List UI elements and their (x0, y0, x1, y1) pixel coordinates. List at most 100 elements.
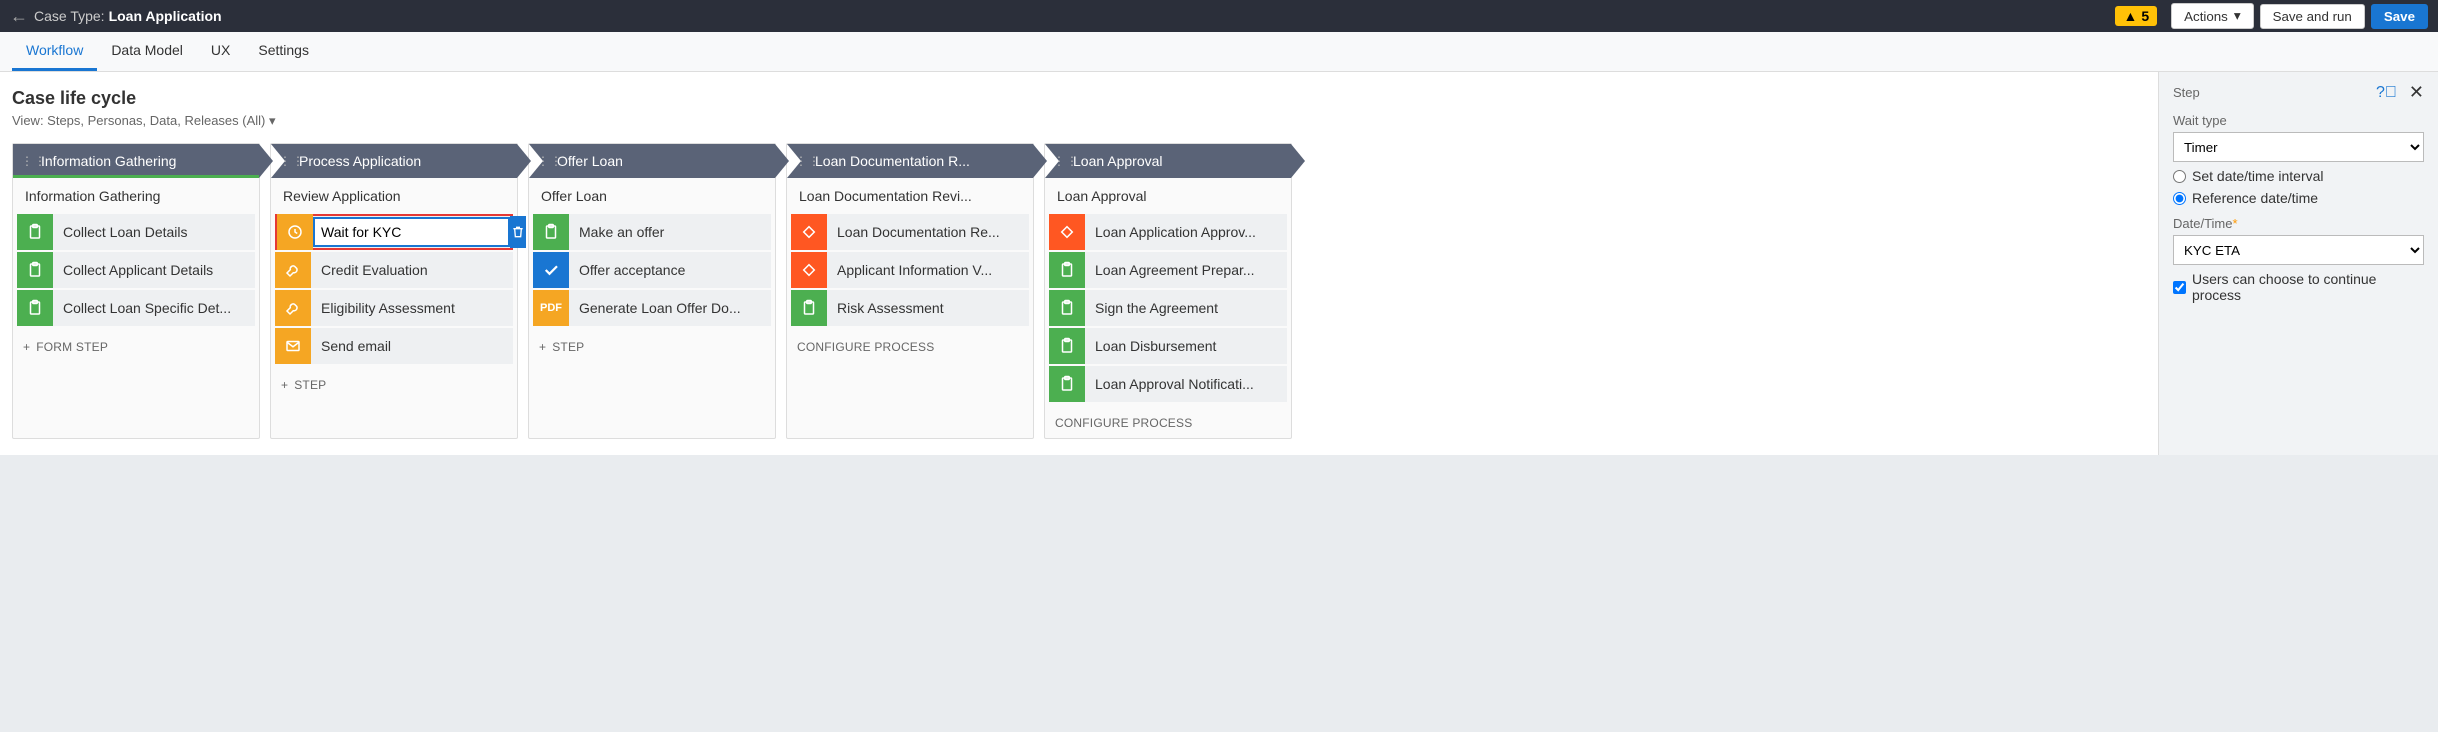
check-icon (533, 252, 569, 288)
stage-name: Loan Approval (1073, 153, 1163, 169)
plus-icon: + (281, 378, 288, 392)
clipboard-icon (17, 290, 53, 326)
clipboard-icon (17, 214, 53, 250)
stage-header[interactable]: ⋮⋮Offer Loan (529, 144, 775, 178)
view-selector[interactable]: View: Steps, Personas, Data, Releases (A… (12, 113, 2146, 129)
process-title[interactable]: Information Gathering (13, 178, 259, 214)
delete-step-button[interactable] (510, 216, 526, 248)
process-title[interactable]: Offer Loan (529, 178, 775, 214)
step-row[interactable] (275, 214, 513, 250)
mail-icon (275, 328, 311, 364)
add-step-button[interactable]: +STEP (271, 370, 517, 400)
step-row[interactable]: Offer acceptance (533, 252, 771, 288)
step-row[interactable]: Collect Loan Details (17, 214, 255, 250)
radio-set-interval[interactable]: Set date/time interval (2173, 168, 2424, 184)
sub-nav: Workflow Data Model UX Settings (0, 32, 2438, 72)
step-label: Loan Approval Notificati... (1085, 376, 1287, 392)
clipboard-icon (1049, 328, 1085, 364)
step-label: Offer acceptance (569, 262, 771, 278)
wrench-icon (275, 290, 311, 326)
step-row[interactable]: Loan Agreement Prepar... (1049, 252, 1287, 288)
step-row[interactable]: Make an offer (533, 214, 771, 250)
step-label: Loan Application Approv... (1085, 224, 1287, 240)
step-row[interactable]: Applicant Information V... (791, 252, 1029, 288)
help-icon[interactable]: ?⃝ (2376, 84, 2397, 102)
warning-count: 5 (2141, 8, 2149, 24)
step-label: Send email (311, 338, 513, 354)
grip-icon: ⋮⋮ (279, 154, 305, 168)
close-icon[interactable]: ✕ (2409, 82, 2424, 103)
step-row[interactable]: Loan Documentation Re... (791, 214, 1029, 250)
diamond-icon (1049, 214, 1085, 250)
wrench-icon (275, 252, 311, 288)
stage-header[interactable]: ⋮⋮Process Application (271, 144, 517, 178)
step-row[interactable]: Risk Assessment (791, 290, 1029, 326)
step-label: Loan Disbursement (1085, 338, 1287, 354)
tab-settings[interactable]: Settings (244, 32, 323, 71)
clipboard-icon (533, 214, 569, 250)
step-row[interactable]: Collect Applicant Details (17, 252, 255, 288)
clipboard-icon (1049, 366, 1085, 402)
grip-icon: ⋮⋮ (537, 154, 563, 168)
save-and-run-button[interactable]: Save and run (2260, 4, 2365, 29)
radio-reference-datetime[interactable]: Reference date/time (2173, 190, 2424, 206)
diamond-icon (791, 214, 827, 250)
step-label: Collect Applicant Details (53, 262, 255, 278)
step-name-input[interactable] (313, 217, 510, 247)
continue-process-checkbox[interactable] (2173, 281, 2186, 294)
pdf-icon: PDF (533, 290, 569, 326)
process-title[interactable]: Review Application (271, 178, 517, 214)
stage: ⋮⋮Loan ApprovalLoan Approval Loan Applica… (1044, 143, 1292, 439)
stage-header[interactable]: ⋮⋮Loan Approval (1045, 144, 1291, 178)
datetime-label: Date/Time* (2173, 216, 2424, 231)
wait-type-select[interactable]: Timer (2173, 132, 2424, 162)
clipboard-icon (1049, 252, 1085, 288)
process-title[interactable]: Loan Documentation Revi... (787, 178, 1033, 214)
radio-reference-input[interactable] (2173, 192, 2186, 205)
step-row[interactable]: Loan Application Approv... (1049, 214, 1287, 250)
step-row[interactable]: Send email (275, 328, 513, 364)
stage-header[interactable]: ⋮⋮Loan Documentation R... (787, 144, 1033, 178)
warning-badge[interactable]: ▲ 5 (2115, 6, 2157, 26)
step-row[interactable]: PDFGenerate Loan Offer Do... (533, 290, 771, 326)
tab-ux[interactable]: UX (197, 32, 244, 71)
step-label: Credit Evaluation (311, 262, 513, 278)
step-label: Risk Assessment (827, 300, 1029, 316)
clipboard-icon (17, 252, 53, 288)
step-row[interactable]: Sign the Agreement (1049, 290, 1287, 326)
step-row[interactable]: Eligibility Assessment (275, 290, 513, 326)
step-row[interactable]: Loan Disbursement (1049, 328, 1287, 364)
configure-process-button[interactable]: CONFIGURE PROCESS (1045, 408, 1291, 438)
configure-process-button[interactable]: CONFIGURE PROCESS (787, 332, 1033, 362)
process-title[interactable]: Loan Approval (1045, 178, 1291, 214)
stage-header[interactable]: ⋮⋮Information Gathering (13, 144, 259, 178)
save-button[interactable]: Save (2371, 4, 2428, 29)
step-row[interactable]: Credit Evaluation (275, 252, 513, 288)
step-row[interactable]: Collect Loan Specific Det... (17, 290, 255, 326)
actions-button[interactable]: Actions ▾ (2171, 3, 2253, 29)
add-form-step-button[interactable]: +FORM STEP (13, 332, 259, 362)
stage-name: Process Application (299, 153, 421, 169)
step-label: Generate Loan Offer Do... (569, 300, 771, 316)
warning-icon: ▲ (2123, 8, 2137, 24)
step-label: Loan Documentation Re... (827, 224, 1029, 240)
clock-icon (277, 214, 313, 250)
grip-icon: ⋮⋮ (21, 154, 47, 168)
clipboard-icon (1049, 290, 1085, 326)
add-step-button[interactable]: +STEP (529, 332, 775, 362)
workflow-canvas: Case life cycle View: Steps, Personas, D… (0, 72, 2158, 455)
step-label: Collect Loan Specific Det... (53, 300, 255, 316)
step-label: Sign the Agreement (1085, 300, 1287, 316)
stage: ⋮⋮Information GatheringInformation Gathe… (12, 143, 260, 439)
stage-name: Information Gathering (41, 153, 176, 169)
tab-data-model[interactable]: Data Model (97, 32, 197, 71)
radio-interval-input[interactable] (2173, 170, 2186, 183)
step-label: Eligibility Assessment (311, 300, 513, 316)
datetime-select[interactable]: KYC ETA (2173, 235, 2424, 265)
back-icon[interactable]: ← (10, 6, 34, 27)
step-row[interactable]: Loan Approval Notificati... (1049, 366, 1287, 402)
continue-process-checkbox-row[interactable]: Users can choose to continue process (2173, 271, 2424, 303)
stage-name: Loan Documentation R... (815, 153, 970, 169)
tab-workflow[interactable]: Workflow (12, 32, 97, 71)
stage-name: Offer Loan (557, 153, 623, 169)
